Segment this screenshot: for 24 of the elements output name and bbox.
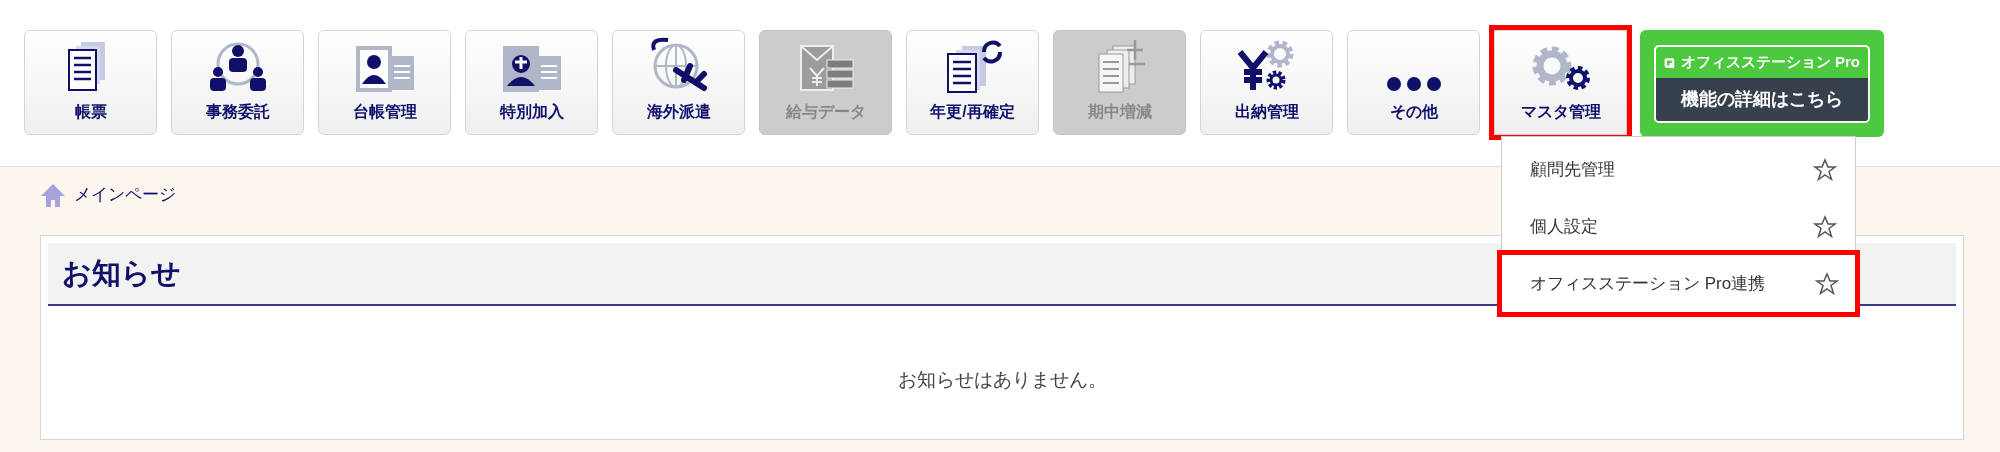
breadcrumb-text: メインページ <box>74 184 176 207</box>
toolbar-button[interactable]: 特別加入 <box>465 30 598 135</box>
menu-item-label: 顧問先管理 <box>1530 158 1615 181</box>
toolbar-button[interactable]: その他 <box>1347 30 1480 135</box>
toolbar-button[interactable]: 出納管理 <box>1200 30 1333 135</box>
notice-title: お知らせ <box>62 255 181 291</box>
favorite-star-icon[interactable] <box>1813 157 1837 182</box>
toolbar-button[interactable]: 台帳管理 <box>318 30 451 135</box>
toolbar-button[interactable]: 年更/再確定 <box>906 30 1039 135</box>
menu-item[interactable]: 個人設定 <box>1502 198 1855 255</box>
menu-item[interactable]: 顧問先管理 <box>1502 141 1855 198</box>
home-icon <box>40 182 66 208</box>
breadcrumb-link[interactable]: メインページ <box>40 178 176 212</box>
promo-link-text: 機能の詳細はこちら <box>1681 88 1843 111</box>
promo-banner[interactable]: オフィスステーション Pro 機能の詳細はこちら <box>1640 30 1884 137</box>
promo-brand: オフィスステーション Pro <box>1680 52 1860 73</box>
toolbar-button[interactable]: 事務委託 <box>171 30 304 135</box>
menu-item-label: 個人設定 <box>1530 215 1598 238</box>
toolbar-button[interactable]: 海外派遣 <box>612 30 745 135</box>
menu-item-label: オフィスステーション Pro連携 <box>1530 272 1766 295</box>
notice-message: お知らせはありません。 <box>897 368 1107 392</box>
favorite-star-icon[interactable] <box>1815 271 1839 296</box>
toolbar-button[interactable]: 帳票 <box>24 30 157 135</box>
favorite-star-icon[interactable] <box>1813 214 1837 239</box>
